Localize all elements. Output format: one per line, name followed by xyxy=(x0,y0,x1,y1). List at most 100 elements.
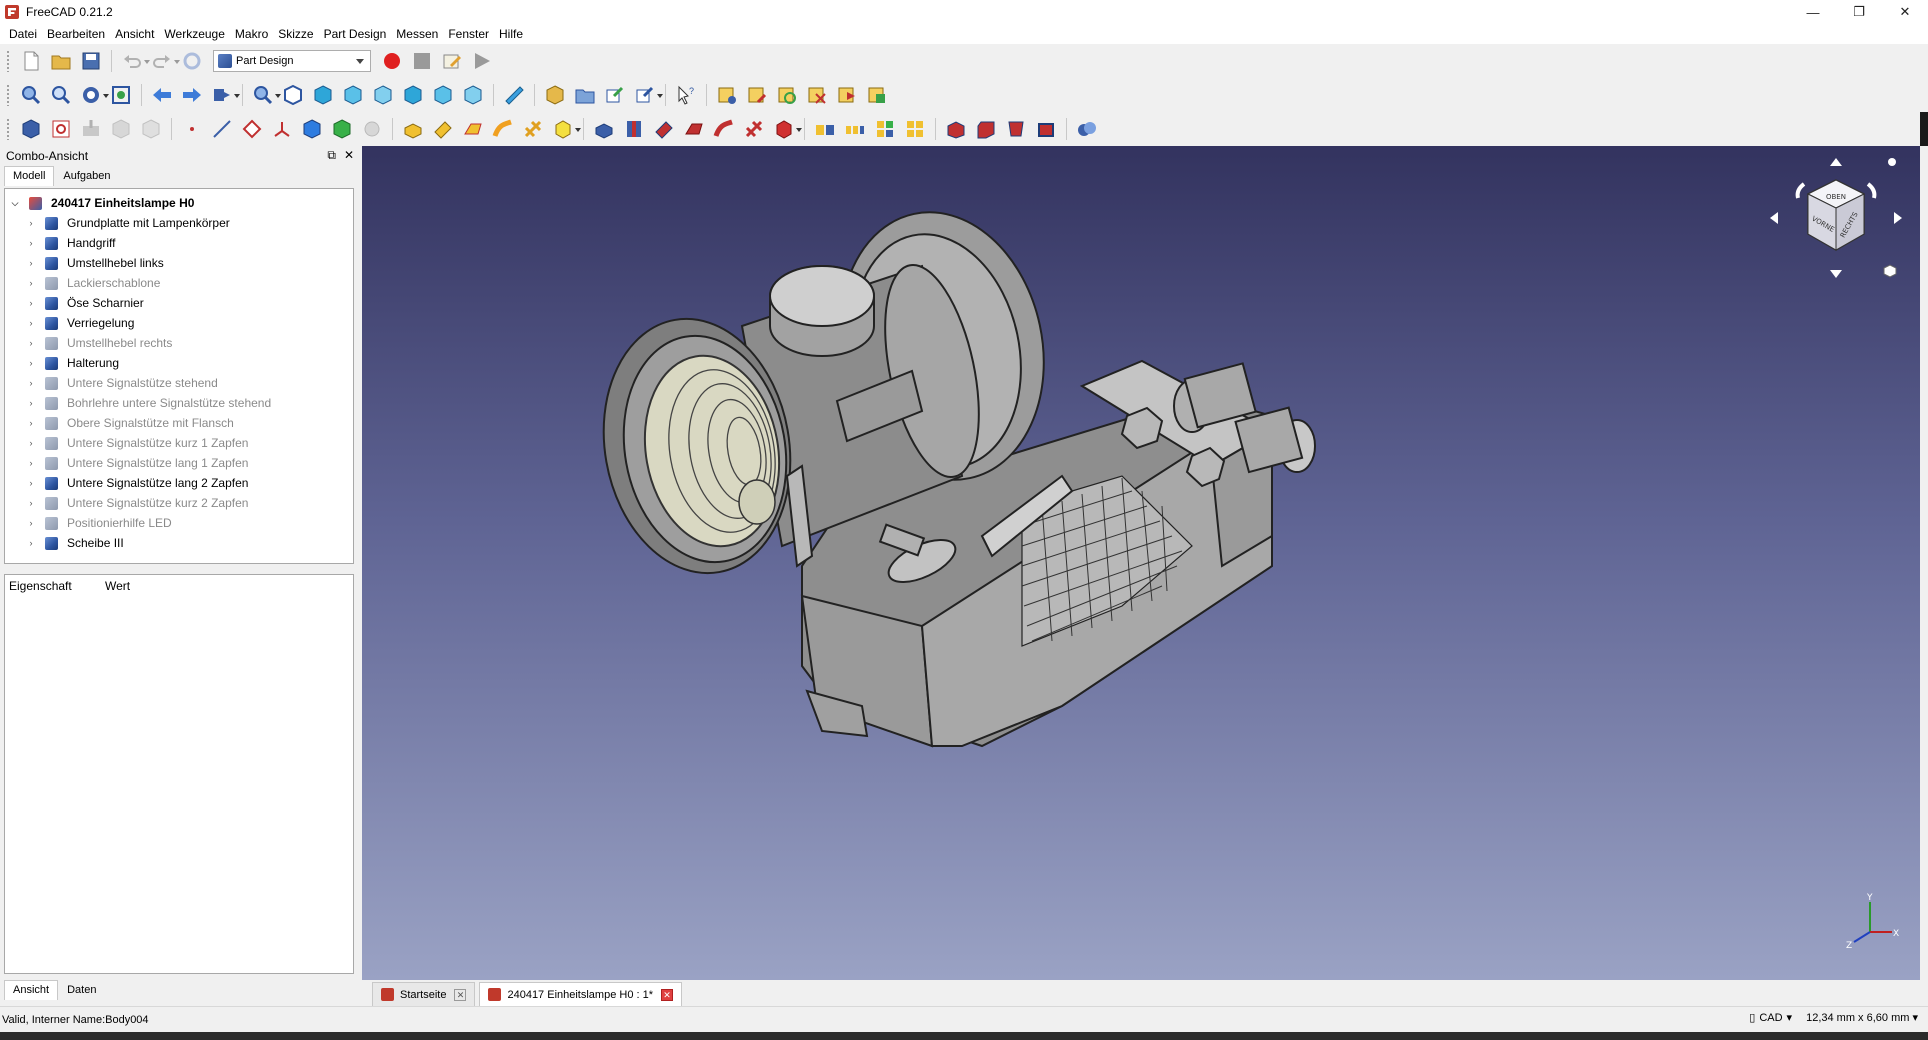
chevron-right-icon[interactable]: › xyxy=(25,497,37,509)
lamp-3d-model[interactable] xyxy=(362,146,1920,980)
tree-item-body[interactable]: › Umstellhebel rechts xyxy=(5,333,353,353)
pad-icon[interactable] xyxy=(400,116,426,142)
menu-skizze[interactable]: Skizze xyxy=(273,24,318,44)
tree-item-body[interactable]: › Verriegelung xyxy=(5,313,353,333)
menu-messen[interactable]: Messen xyxy=(391,24,443,44)
close-tab-icon[interactable]: ✕ xyxy=(661,988,674,1001)
whats-this-icon[interactable]: ? xyxy=(673,82,699,108)
datum-line-icon[interactable] xyxy=(209,116,235,142)
datum-point-icon[interactable] xyxy=(179,116,205,142)
chevron-right-icon[interactable]: › xyxy=(25,317,37,329)
clone-icon[interactable] xyxy=(299,116,325,142)
redo-icon[interactable] xyxy=(149,48,180,74)
group-folder-icon[interactable] xyxy=(572,82,598,108)
measure-toggle-delta-icon[interactable] xyxy=(864,82,890,108)
measure-clear-icon[interactable] xyxy=(804,82,830,108)
link-icon[interactable] xyxy=(602,82,628,108)
tree-item-body[interactable]: › Scheibe III xyxy=(5,533,353,553)
left-view-icon[interactable] xyxy=(460,82,486,108)
maximize-button[interactable]: ❐ xyxy=(1836,0,1882,24)
measure-refresh-icon[interactable] xyxy=(774,82,800,108)
edit-macro-icon[interactable] xyxy=(439,48,465,74)
chevron-right-icon[interactable]: › xyxy=(25,297,37,309)
new-document-icon[interactable] xyxy=(18,48,44,74)
chevron-right-icon[interactable]: › xyxy=(25,477,37,489)
chevron-right-icon[interactable]: › xyxy=(25,217,37,229)
chevron-right-icon[interactable]: › xyxy=(25,277,37,289)
binder-green-icon[interactable] xyxy=(329,116,355,142)
open-folder-icon[interactable] xyxy=(48,48,74,74)
fit-all-icon[interactable] xyxy=(18,82,44,108)
additive-loft-icon[interactable] xyxy=(460,116,486,142)
undock-icon[interactable]: ⧉ xyxy=(327,148,336,163)
additive-primitive-icon[interactable] xyxy=(550,116,581,142)
dimension-selector[interactable]: 12,34 mm x 6,60 mm ▾ xyxy=(1806,1011,1918,1024)
additive-helix-icon[interactable] xyxy=(520,116,546,142)
tab-document[interactable]: 240417 Einheitslampe H0 : 1* ✕ xyxy=(479,982,683,1006)
measure-linear-icon[interactable] xyxy=(714,82,740,108)
undo-icon[interactable] xyxy=(119,48,150,74)
tree-item-body[interactable]: › Untere Signalstütze kurz 1 Zapfen xyxy=(5,433,353,453)
tab-ansicht[interactable]: Ansicht xyxy=(4,980,59,1000)
record-macro-icon[interactable] xyxy=(379,48,405,74)
menu-hilfe[interactable]: Hilfe xyxy=(494,24,528,44)
close-panel-icon[interactable]: ✕ xyxy=(344,148,354,163)
chevron-right-icon[interactable]: › xyxy=(25,517,37,529)
chevron-right-icon[interactable]: › xyxy=(25,237,37,249)
tree-item-body[interactable]: › Grundplatte mit Lampenkörper xyxy=(5,213,353,233)
close-button[interactable]: ✕ xyxy=(1882,0,1928,24)
zoom-icon[interactable] xyxy=(250,82,281,108)
linear-pattern-icon[interactable] xyxy=(842,116,868,142)
tab-daten[interactable]: Daten xyxy=(58,980,105,1000)
chevron-right-icon[interactable]: › xyxy=(25,377,37,389)
menu-part-design[interactable]: Part Design xyxy=(319,24,392,44)
navcube-face-top[interactable]: OBEN xyxy=(1826,193,1846,201)
fillet-icon[interactable] xyxy=(943,116,969,142)
additive-pipe-icon[interactable] xyxy=(490,116,516,142)
navcube-menu-icon[interactable] xyxy=(1888,158,1896,166)
isometric-view-icon[interactable] xyxy=(280,82,306,108)
minimize-button[interactable]: — xyxy=(1790,0,1836,24)
fit-selection-icon[interactable] xyxy=(48,82,74,108)
save-icon[interactable] xyxy=(78,48,104,74)
bottom-view-icon[interactable] xyxy=(430,82,456,108)
subtractive-loft-icon[interactable] xyxy=(681,116,707,142)
tab-aufgaben[interactable]: Aufgaben xyxy=(54,166,119,186)
chevron-right-icon[interactable]: › xyxy=(25,537,37,549)
refresh-icon[interactable] xyxy=(179,48,205,74)
create-body-icon[interactable] xyxy=(18,116,44,142)
chevron-right-icon[interactable]: › xyxy=(25,457,37,469)
measure-angular-icon[interactable] xyxy=(744,82,770,108)
pocket-icon[interactable] xyxy=(591,116,617,142)
navigation-cube[interactable]: OBEN VORNE RECHTS xyxy=(1766,154,1906,284)
groove-icon[interactable] xyxy=(651,116,677,142)
chevron-right-icon[interactable]: › xyxy=(25,257,37,269)
3d-viewport[interactable]: OBEN VORNE RECHTS Y X Z xyxy=(362,146,1920,980)
create-sketch-icon[interactable] xyxy=(48,116,74,142)
tree-item-body[interactable]: › Halterung xyxy=(5,353,353,373)
subtractive-helix-icon[interactable] xyxy=(741,116,767,142)
close-tab-icon[interactable]: ✕ xyxy=(454,988,467,1001)
validate-sketch-icon[interactable] xyxy=(78,116,104,142)
tree-item-body[interactable]: › Umstellhebel links xyxy=(5,253,353,273)
navigation-style-selector[interactable]: ▯ CAD ▾ xyxy=(1749,1011,1792,1025)
hole-icon[interactable] xyxy=(621,116,647,142)
revolution-icon[interactable] xyxy=(430,116,456,142)
top-view-icon[interactable] xyxy=(340,82,366,108)
datum-plane-icon[interactable] xyxy=(239,116,265,142)
toolbar-grip[interactable] xyxy=(6,84,10,106)
clone-grey-icon[interactable] xyxy=(359,116,385,142)
tree-item-body[interactable]: › Lackierschablone xyxy=(5,273,353,293)
menu-werkzeuge[interactable]: Werkzeuge xyxy=(159,24,229,44)
right-view-icon[interactable] xyxy=(370,82,396,108)
mirrored-icon[interactable] xyxy=(812,116,838,142)
back-arrow-icon[interactable] xyxy=(149,82,175,108)
tree-item-body[interactable]: › Positionierhilfe LED xyxy=(5,513,353,533)
chevron-down-icon[interactable]: ⌵ xyxy=(9,197,21,209)
stop-macro-icon[interactable] xyxy=(409,48,435,74)
thickness-icon[interactable] xyxy=(1033,116,1059,142)
run-macro-icon[interactable] xyxy=(469,48,495,74)
toolbar-grip[interactable] xyxy=(6,118,10,140)
workbench-select[interactable]: Part Design xyxy=(213,50,371,72)
front-view-icon[interactable] xyxy=(310,82,336,108)
